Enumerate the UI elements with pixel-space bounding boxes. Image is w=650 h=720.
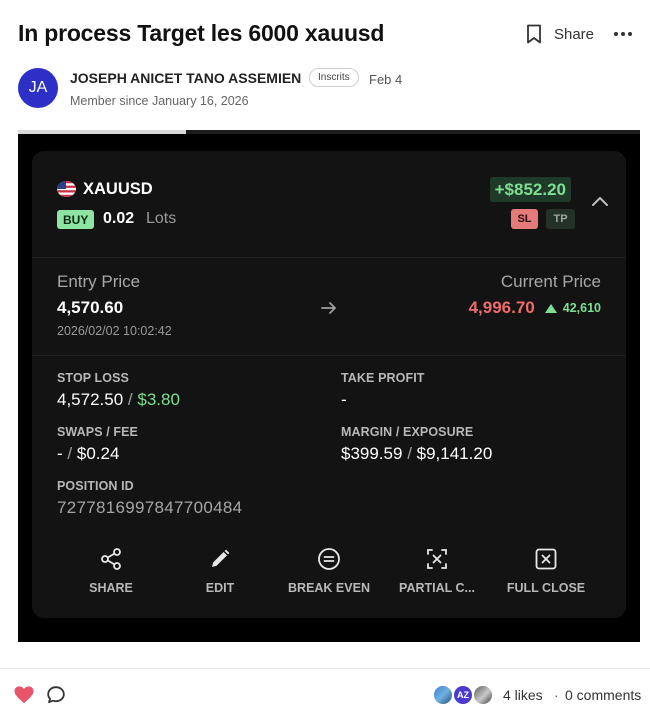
full-close-action-label: FULL CLOSE <box>506 581 586 595</box>
reactor-avatar-initials: AZ <box>452 684 474 706</box>
post-date: Feb 4 <box>369 72 403 87</box>
reactor-avatar <box>432 684 454 706</box>
trade-details: STOP LOSS 4,572.50 / $3.80 TAKE PROFIT -… <box>32 356 626 536</box>
stop-loss-separator: / <box>127 390 138 409</box>
more-options-icon[interactable] <box>610 28 636 40</box>
current-price-group: 4,996.70 42,610 <box>469 298 601 318</box>
lots-unit: Lots <box>146 210 177 227</box>
swaps-fee-label: SWAPS / FEE <box>57 425 138 439</box>
us-flag-icon <box>57 181 76 197</box>
exposure-value: $9,141.20 <box>416 444 493 463</box>
position-id: 7277816997847700484 <box>57 498 243 517</box>
margin-exposure-label: MARGIN / EXPOSURE <box>341 425 474 439</box>
share-icon <box>98 546 124 572</box>
trade-card: XAUUSD BUY 0.02 Lots +$852.20 SL TP Entr… <box>32 151 626 618</box>
current-change: 42,610 <box>562 301 601 315</box>
author-name[interactable]: JOSEPH ANICET TANO ASSEMIEN <box>70 70 301 86</box>
media-progress-fill <box>18 130 186 134</box>
fee-value: $0.24 <box>76 444 120 463</box>
tp-badge: TP <box>546 209 575 229</box>
margin-exposure-value-group: $399.59 / $9,141.20 <box>341 444 492 464</box>
post-title: In process Target les 6000 xauusd <box>18 20 385 46</box>
stop-loss-value-group: 4,572.50 / $3.80 <box>57 390 180 410</box>
chevron-up-icon[interactable] <box>590 194 610 208</box>
entry-price: 4,570.60 <box>57 298 124 317</box>
share-button[interactable]: Share <box>554 26 594 43</box>
author-badge: Inscrits <box>309 68 359 87</box>
current-price: 4,996.70 <box>468 298 535 317</box>
media-progress-bar <box>18 130 640 134</box>
entry-time: 2026/02/02 10:02:42 <box>57 324 172 338</box>
close-box-icon <box>533 546 559 572</box>
reactor-avatar <box>472 684 494 706</box>
post-media[interactable]: XAUUSD BUY 0.02 Lots +$852.20 SL TP Entr… <box>18 130 640 642</box>
bookmark-icon[interactable] <box>526 24 544 44</box>
partial-close-action-button[interactable]: PARTIAL C... <box>382 546 492 595</box>
stop-loss-value: 4,572.50 <box>57 390 124 409</box>
margin-value: $399.59 <box>341 444 403 463</box>
position-id-label: POSITION ID <box>57 479 134 493</box>
trade-header: XAUUSD BUY 0.02 Lots +$852.20 SL TP <box>32 151 626 258</box>
sl-badge: SL <box>511 209 538 229</box>
take-profit-label: TAKE PROFIT <box>341 371 425 385</box>
swaps-value: - <box>57 444 63 463</box>
full-close-action-button[interactable]: FULL CLOSE <box>491 546 601 595</box>
likes-count[interactable]: 4 likes <box>503 687 543 703</box>
partial-close-action-label: PARTIAL C... <box>399 581 475 595</box>
lots-value: 0.02 <box>103 210 135 227</box>
swaps-fee-value-group: - / $0.24 <box>57 444 119 464</box>
member-since: Member since January 16, 2026 <box>70 94 249 108</box>
pencil-icon <box>207 546 233 572</box>
equals-circle-icon <box>316 546 342 572</box>
triangle-up-icon <box>544 303 557 313</box>
swaps-separator: / <box>67 444 77 463</box>
break-even-action-button[interactable]: BREAK EVEN <box>274 546 384 595</box>
trade-symbol: XAUUSD <box>83 180 153 198</box>
comment-icon[interactable] <box>46 685 66 705</box>
post-footer: AZ 4 likes · 0 comments <box>0 668 650 720</box>
arrow-right-icon <box>319 298 339 318</box>
edit-action-button[interactable]: EDIT <box>165 546 275 595</box>
share-action-label: SHARE <box>89 581 133 595</box>
share-action-button[interactable]: SHARE <box>56 546 166 595</box>
entry-price-label: Entry Price <box>57 272 141 291</box>
footer-separator: · <box>554 687 559 703</box>
stop-loss-label: STOP LOSS <box>57 371 129 385</box>
post-actions: Share <box>526 24 636 44</box>
comments-count[interactable]: 0 comments <box>565 687 641 703</box>
heart-icon[interactable] <box>14 686 34 704</box>
margin-separator: / <box>407 444 417 463</box>
side-badge: BUY <box>57 210 95 229</box>
author-avatar[interactable]: JA <box>18 68 58 108</box>
take-profit-value: - <box>341 390 347 409</box>
price-row: Entry Price 4,570.60 2026/02/02 10:02:42… <box>32 258 626 356</box>
stop-loss-amount: $3.80 <box>137 390 180 409</box>
reactor-avatars[interactable]: AZ <box>432 684 496 706</box>
partial-close-icon <box>424 546 450 572</box>
trade-actions: SHARE EDIT BREAK EVEN PARTIAL C... FULL … <box>32 546 626 606</box>
current-price-label: Current Price <box>500 272 601 291</box>
edit-action-label: EDIT <box>205 581 235 595</box>
pnl-badge: +$852.20 <box>489 177 571 202</box>
break-even-action-label: BREAK EVEN <box>288 581 370 595</box>
